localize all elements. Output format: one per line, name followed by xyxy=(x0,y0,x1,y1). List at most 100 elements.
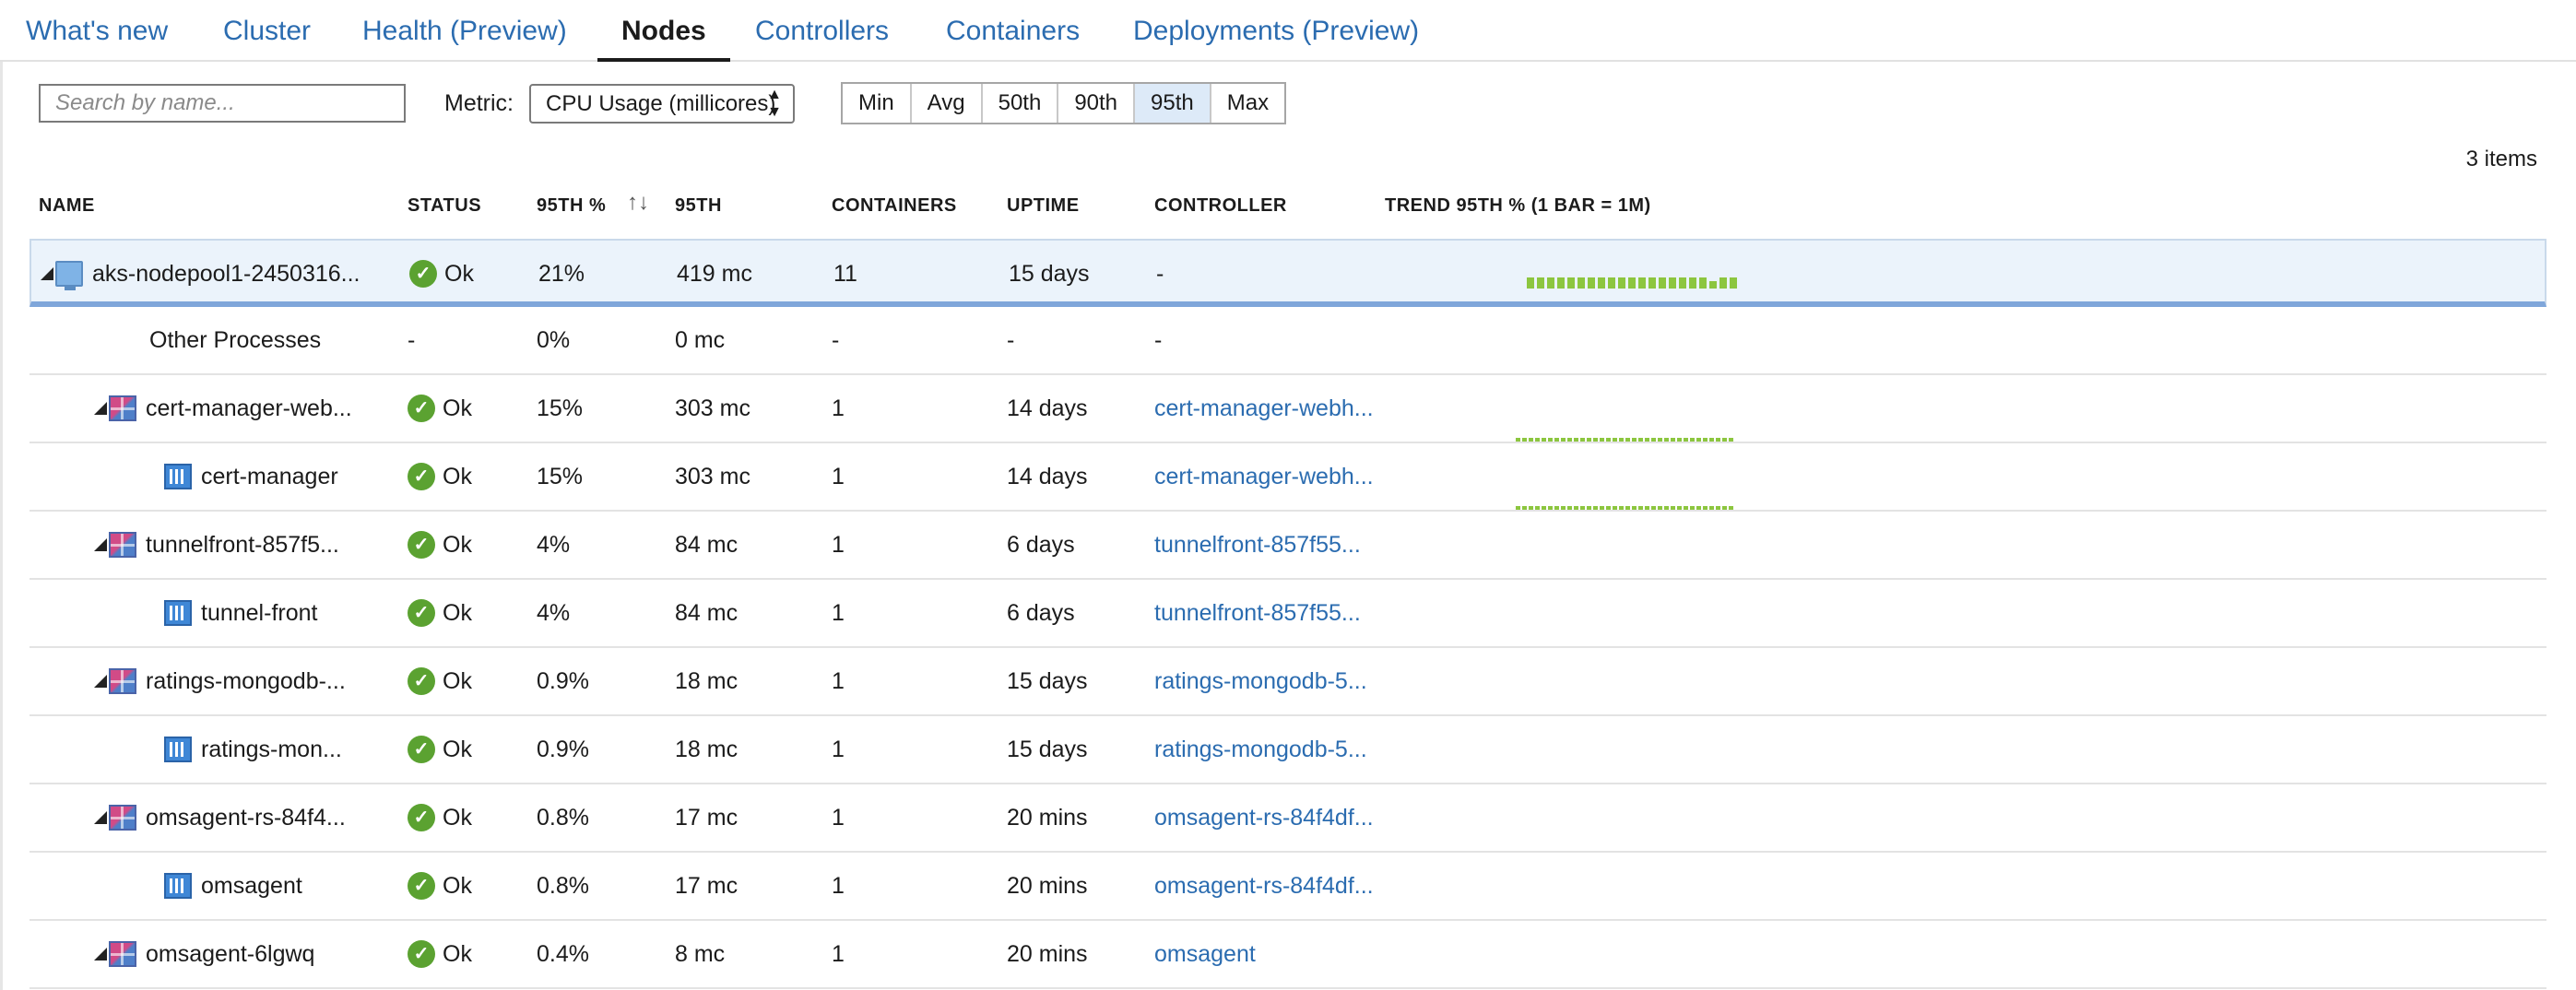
percent-value: 0.4% xyxy=(537,941,589,967)
column-header-95th[interactable]: 95TH xyxy=(675,195,722,217)
select-arrows-icon: ▲ ▼ xyxy=(767,87,782,120)
row-name: ratings-mongodb-... xyxy=(146,668,346,694)
sort-icon[interactable]: ↑↓ xyxy=(627,190,649,216)
controller-link[interactable]: omsagent-rs-84f4df... xyxy=(1154,784,1374,851)
metric-label: Metric: xyxy=(444,90,514,116)
row-name: Other Processes xyxy=(149,327,322,353)
controller-link[interactable]: ratings-mongodb-5... xyxy=(1154,716,1367,783)
table-row[interactable]: tunnel-front ✓ Ok 4% 84 mc 1 6 days tunnelfront… xyxy=(30,580,2546,648)
table-row[interactable]: tunnelfront-857f5... ✓ Ok 4% 84 mc 1 6 days tun… xyxy=(30,512,2546,580)
table-row[interactable]: ratings-mon... ✓ Ok 0.9% 18 mc 1 15 days rating… xyxy=(30,716,2546,784)
metric-value: 84 mc xyxy=(675,532,739,558)
percentile-95th-button[interactable]: 95th xyxy=(1135,84,1211,123)
status-text: Ok xyxy=(443,737,472,762)
uptime-value: 15 days xyxy=(1007,668,1088,694)
containers-count: 1 xyxy=(832,941,845,967)
percentile-90th-button[interactable]: 90th xyxy=(1058,84,1136,123)
table-row[interactable]: omsagent-6lgwq ✓ Ok 0.4% 8 mc 1 20 mins omsagen… xyxy=(30,921,2546,989)
expand-collapse-icon[interactable] xyxy=(94,675,107,688)
metric-value: 18 mc xyxy=(675,668,739,694)
tab-controllers[interactable]: Controllers xyxy=(731,0,913,62)
row-name: omsagent xyxy=(201,873,302,899)
uptime-value: 15 days xyxy=(1007,737,1088,762)
percentile-avg-button[interactable]: Avg xyxy=(912,84,983,123)
ok-status-icon: ✓ xyxy=(408,940,435,968)
percent-value: 0.8% xyxy=(537,873,589,899)
containers-count: 1 xyxy=(832,600,845,626)
column-header-controller[interactable]: CONTROLLER xyxy=(1154,195,1287,217)
controller-link[interactable]: omsagent xyxy=(1154,921,1256,987)
ok-status-icon: ✓ xyxy=(408,667,435,695)
tab-bar: What's new Cluster Health (Preview) Node… xyxy=(0,0,2576,62)
table-row[interactable]: cert-manager ✓ Ok 15% 303 mc 1 14 days cert-man… xyxy=(30,443,2546,512)
controller-link[interactable]: tunnelfront-857f55... xyxy=(1154,580,1361,646)
column-header-containers[interactable]: CONTAINERS xyxy=(832,195,957,217)
percentile-max-button[interactable]: Max xyxy=(1211,84,1284,123)
controller-link[interactable]: cert-manager-webh... xyxy=(1154,443,1374,510)
column-header-status[interactable]: STATUS xyxy=(408,195,481,217)
uptime-value: 14 days xyxy=(1007,464,1088,489)
status-text: Ok xyxy=(444,261,474,287)
controller-link[interactable]: ratings-mongodb-5... xyxy=(1154,648,1367,714)
expand-collapse-icon[interactable] xyxy=(41,267,53,280)
controller-link[interactable]: tunnelfront-857f55... xyxy=(1154,512,1361,578)
status-text: Ok xyxy=(443,532,472,558)
ok-status-icon: ✓ xyxy=(408,599,435,627)
search-input[interactable] xyxy=(39,84,406,123)
ok-status-icon: ✓ xyxy=(408,463,435,490)
table-row[interactable]: cert-manager-web... ✓ Ok 15% 303 mc 1 14 days c… xyxy=(30,375,2546,443)
uptime-value: 20 mins xyxy=(1007,805,1088,831)
column-header-trend[interactable]: TREND 95TH % (1 BAR = 1M) xyxy=(1385,195,1651,217)
controller-value: - xyxy=(1156,261,1164,287)
ok-status-icon: ✓ xyxy=(408,872,435,900)
row-name: cert-manager-web... xyxy=(146,395,352,421)
table-row[interactable]: Other Processes - 0% 0 mc - - - xyxy=(30,307,2546,375)
items-count: 3 items xyxy=(2465,147,2537,171)
trend-sparkline xyxy=(1527,277,1737,289)
percent-value: 15% xyxy=(537,395,584,421)
tab-nodes[interactable]: Nodes xyxy=(597,0,730,62)
table-row[interactable]: omsagent ✓ Ok 0.8% 17 mc 1 20 mins omsagent-rs-… xyxy=(30,853,2546,921)
table-row[interactable]: omsagent-rs-84f4... ✓ Ok 0.8% 17 mc 1 20 mins o… xyxy=(30,784,2546,853)
containers-count: 1 xyxy=(832,532,845,558)
expand-collapse-icon[interactable] xyxy=(94,538,107,551)
containers-count: 1 xyxy=(832,668,845,694)
status-text: Ok xyxy=(443,941,472,967)
container-icon xyxy=(164,737,192,762)
ok-status-icon: ✓ xyxy=(409,260,437,288)
tab-containers[interactable]: Containers xyxy=(922,0,1104,62)
tab-whats-new[interactable]: What's new xyxy=(2,0,192,62)
pod-icon xyxy=(109,395,136,421)
column-header-name[interactable]: NAME xyxy=(39,195,95,217)
column-header-95th-pct[interactable]: 95TH % xyxy=(537,195,606,217)
percent-value: 0.9% xyxy=(537,668,589,694)
uptime-value: 14 days xyxy=(1007,395,1088,421)
ok-status-icon: ✓ xyxy=(408,531,435,559)
percent-value: 4% xyxy=(537,600,571,626)
controller-link[interactable]: omsagent-rs-84f4df... xyxy=(1154,853,1374,919)
metric-value: 17 mc xyxy=(675,805,739,831)
pod-icon xyxy=(109,668,136,694)
tab-health[interactable]: Health (Preview) xyxy=(338,0,591,62)
tab-cluster[interactable]: Cluster xyxy=(199,0,335,62)
metric-value: 0 mc xyxy=(675,327,726,353)
expand-collapse-icon[interactable] xyxy=(94,948,107,961)
row-name: ratings-mon... xyxy=(201,737,342,762)
table-row[interactable]: aks-nodepool1-2450316... ✓ Ok 21% 419 mc 11 15… xyxy=(30,239,2546,307)
status-text: Ok xyxy=(443,668,472,694)
column-header-uptime[interactable]: UPTIME xyxy=(1007,195,1080,217)
metric-value: 84 mc xyxy=(675,600,739,626)
table-row[interactable]: ratings-mongodb-... ✓ Ok 0.9% 18 mc 1 15 days r… xyxy=(30,648,2546,716)
trend-sparkline xyxy=(1516,438,1733,442)
percentile-min-button[interactable]: Min xyxy=(843,84,912,123)
tab-deployments[interactable]: Deployments (Preview) xyxy=(1109,0,1443,62)
controller-link[interactable]: cert-manager-webh... xyxy=(1154,375,1374,442)
row-name: omsagent-6lgwq xyxy=(146,941,315,967)
percentile-50th-button[interactable]: 50th xyxy=(983,84,1059,123)
status-text: Ok xyxy=(443,395,472,421)
metric-select[interactable]: CPU Usage (millicores) ▲ ▼ xyxy=(529,84,795,124)
expand-collapse-icon[interactable] xyxy=(94,811,107,824)
node-icon xyxy=(55,261,83,290)
container-icon xyxy=(164,464,192,489)
expand-collapse-icon[interactable] xyxy=(94,402,107,415)
